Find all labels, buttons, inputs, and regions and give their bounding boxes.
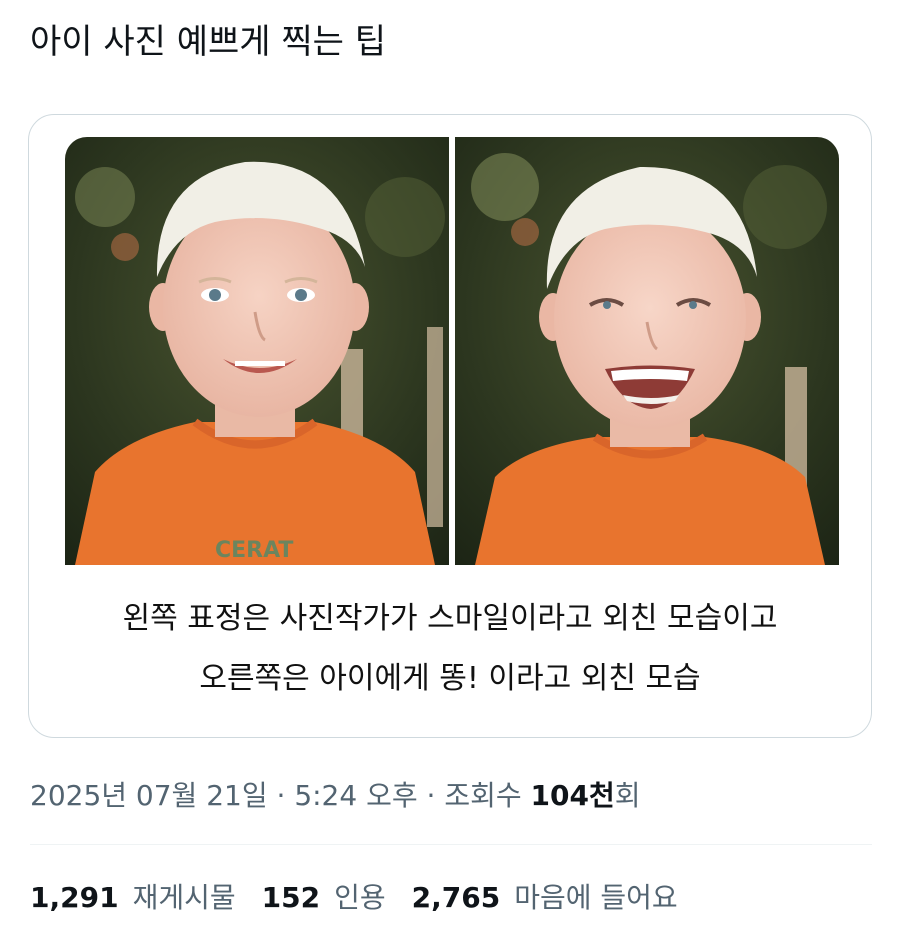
photo-right-poop: [455, 137, 839, 565]
media-card[interactable]: CERAT 왼쪽 표정은 사진작가가 스마일이라고 외친 모습이고 오른쪽은 아…: [28, 114, 872, 738]
quotes-label: 인용: [334, 881, 386, 914]
meta-separator: ·: [267, 779, 295, 812]
engagement-stats: 1,291 재게시물 152 인용 2,765 마음에 들어요: [30, 876, 678, 920]
tweet-time[interactable]: 5:24 오후: [294, 779, 417, 812]
likes-stat[interactable]: 2,765 마음에 들어요: [412, 876, 678, 920]
boy-photo-right: [455, 137, 839, 565]
views-count: 104천: [530, 779, 615, 812]
meta-separator: ·: [417, 779, 445, 812]
retweets-label: 재게시물: [132, 881, 236, 914]
likes-label: 마음에 들어요: [514, 881, 678, 914]
retweets-stat[interactable]: 1,291 재게시물: [30, 876, 236, 920]
caption-line-1: 왼쪽 표정은 사진작가가 스마일이라고 외친 모습이고: [122, 601, 778, 636]
tweet-text: 아이 사진 예쁘게 찍는 팁: [30, 22, 387, 62]
likes-count: 2,765: [411, 881, 501, 914]
quotes-count: 152: [261, 881, 321, 914]
photo-left-smile: CERAT: [65, 137, 449, 565]
retweets-count: 1,291: [30, 881, 119, 914]
shirt-print: CERAT: [215, 538, 293, 563]
views-suffix: 회: [614, 779, 641, 812]
photo-comparison: CERAT: [65, 137, 839, 565]
divider: [30, 844, 872, 845]
tweet-date[interactable]: 2025년 07월 21일: [30, 779, 268, 812]
quotes-stat[interactable]: 152 인용: [262, 876, 386, 920]
caption-line-2: 오른쪽은 아이에게 똥! 이라고 외친 모습: [199, 661, 701, 696]
tweet-meta: 2025년 07월 21일 · 5:24 오후 · 조회수 104천회: [30, 774, 641, 818]
media-caption: 왼쪽 표정은 사진작가가 스마일이라고 외친 모습이고 오른쪽은 아이에게 똥!…: [29, 589, 871, 709]
boy-photo-left: CERAT: [65, 137, 449, 565]
views-label: 조회수: [444, 779, 531, 812]
